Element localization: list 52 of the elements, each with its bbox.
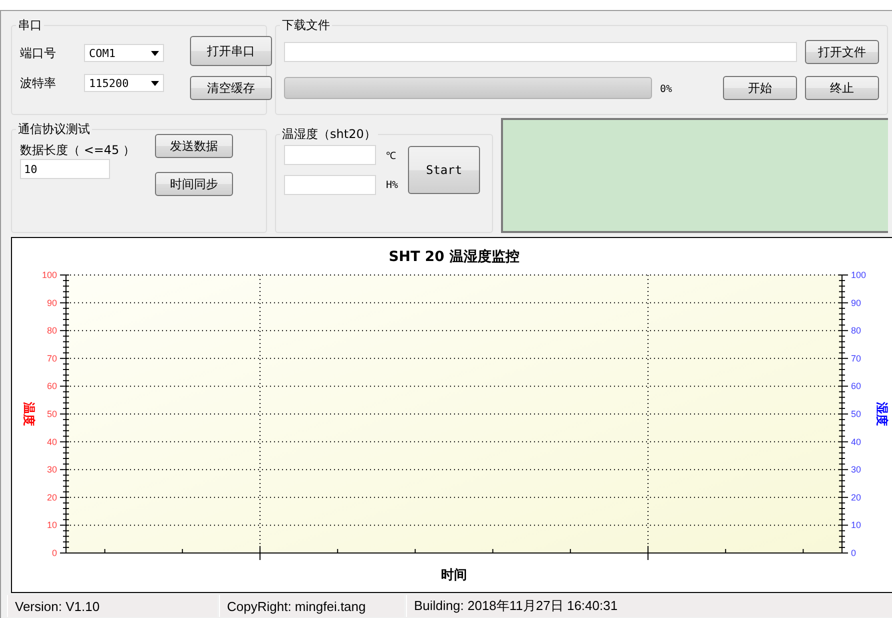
group-title: 通信协议测试 <box>17 121 91 138</box>
time-sync-button[interactable]: 时间同步 <box>155 172 234 196</box>
y-tick-label: 50 <box>46 409 57 419</box>
baud-label: 波特率 <box>20 74 57 92</box>
start-button[interactable]: 开始 <box>723 76 797 100</box>
y-tick-label: 30 <box>851 464 862 475</box>
y-tick-label: 80 <box>851 326 862 336</box>
progress-percent: 0% <box>660 84 672 95</box>
y-tick-label: 20 <box>46 492 57 502</box>
y-tick-label: 0 <box>52 548 57 558</box>
port-label: 端口号 <box>20 44 57 62</box>
y-tick-label: 30 <box>46 464 57 475</box>
group-title: 温湿度（sht20） <box>281 126 377 143</box>
stop-button[interactable]: 终止 <box>805 76 879 100</box>
sensor-start-button[interactable]: Start <box>408 146 480 194</box>
y-tick-label: 80 <box>46 326 57 336</box>
y-tick-label: 40 <box>851 436 862 447</box>
y-tick-label: 100 <box>42 270 57 280</box>
y-tick-label: 10 <box>46 520 57 530</box>
y-tick-label: 60 <box>851 381 862 392</box>
y-tick-label: 10 <box>851 520 862 530</box>
open-port-button[interactable]: 打开串口 <box>190 36 272 66</box>
y-tick-label: 40 <box>46 436 57 447</box>
sensor-value-field[interactable] <box>284 145 376 165</box>
dropdown-caret-icon <box>151 50 159 56</box>
y-tick-label: 50 <box>851 409 862 419</box>
file-path-field[interactable] <box>284 42 797 62</box>
dropdown-caret-icon <box>151 80 159 86</box>
port-dropdown[interactable]: COM1 <box>84 44 164 62</box>
clear-buffer-button[interactable]: 清空缓存 <box>190 76 272 100</box>
group-title: 下载文件 <box>281 17 331 34</box>
open-file-button[interactable]: 打开文件 <box>805 40 879 64</box>
y-axis-title: 湿度 <box>875 402 889 426</box>
y-tick-label: 100 <box>851 270 866 280</box>
y-tick-label: 60 <box>46 381 57 392</box>
send-data-button[interactable]: 发送数据 <box>155 134 234 158</box>
unit-label: H% <box>386 180 398 190</box>
y-tick-label: 0 <box>851 548 856 558</box>
chart-title: SHT 20 温湿度监控 <box>388 249 520 265</box>
y-tick-label: 90 <box>46 298 57 308</box>
sensor-value-field[interactable] <box>284 175 376 195</box>
data-length-field[interactable]: 10 <box>20 159 110 179</box>
x-axis-title: 时间 <box>441 568 467 583</box>
y-tick-label: 90 <box>851 298 862 308</box>
data-length-label: 数据长度（ <=45 ） <box>20 142 136 159</box>
unit-label: ℃ <box>386 150 396 162</box>
baud-dropdown[interactable]: 115200 <box>84 74 164 92</box>
y-axis-title: 温度 <box>22 402 36 426</box>
y-tick-label: 70 <box>46 353 57 364</box>
y-tick-label: 20 <box>851 492 862 502</box>
group-title: 串口 <box>17 17 43 34</box>
y-tick-label: 70 <box>851 353 862 364</box>
